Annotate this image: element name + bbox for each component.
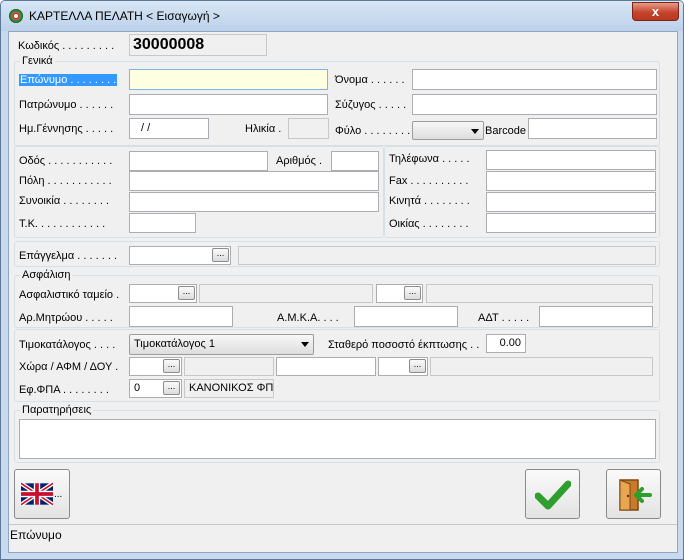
district-label: Συνοικία . . . . . . . .	[19, 195, 110, 207]
city-input[interactable]	[129, 171, 379, 191]
mobile-label: Κινητά . . . . . . . .	[389, 195, 470, 207]
adt-input[interactable]	[539, 306, 653, 327]
phones-input[interactable]	[486, 150, 656, 170]
form-body: Κωδικός . . . . . . . . . 30000008 Γενικ…	[8, 31, 678, 553]
vat-code-input[interactable]: 0 ...	[129, 379, 182, 398]
notes-title: Παρατηρήσεις	[20, 404, 94, 416]
insurance-fund-lookup-button[interactable]: ...	[178, 286, 195, 300]
barcode-label: Barcode	[485, 125, 526, 137]
app-icon	[9, 9, 23, 23]
tax-id-input[interactable]	[276, 357, 376, 376]
insurance-sub-lookup-button[interactable]: ...	[404, 286, 421, 300]
gender-select[interactable]	[412, 121, 484, 140]
insurance-fund-code-input[interactable]: ...	[129, 284, 197, 303]
status-bar: Επώνυμο	[9, 524, 677, 552]
vat-lookup-button[interactable]: ...	[163, 381, 180, 395]
zip-label: Τ.Κ. . . . . . . . . . . .	[19, 218, 106, 230]
adt-label: ΑΔΤ . . . . .	[478, 312, 530, 324]
country-name-field	[184, 357, 274, 376]
name-label: Όνομα . . . . . .	[335, 74, 405, 86]
pricelist-select[interactable]: Τιμοκατάλογος 1	[129, 334, 314, 355]
save-button[interactable]	[525, 469, 580, 519]
patronymic-label: Πατρώνυμο . . . . . .	[19, 99, 114, 111]
exit-button[interactable]	[606, 469, 661, 519]
exit-door-icon	[619, 479, 652, 511]
code-field: 30000008	[129, 34, 267, 56]
language-button[interactable]: ...	[14, 469, 70, 519]
surname-input[interactable]	[129, 69, 328, 90]
status-text: Επώνυμο	[10, 528, 62, 542]
insurance-title: Ασφάλιση	[20, 269, 73, 281]
street-label: Οδός . . . . . . . . . . .	[19, 155, 113, 167]
checkmark-icon	[535, 480, 571, 510]
chevron-down-icon	[301, 342, 309, 347]
tax-office-code-input[interactable]: ...	[378, 357, 428, 376]
profession-label: Επάγγελμα . . . . . . .	[19, 250, 118, 262]
spouse-label: Σύζυγος . . . . .	[335, 99, 407, 111]
chevron-down-icon	[471, 129, 479, 134]
registry-number-label: Αρ.Μητρώου . . . . .	[19, 312, 113, 324]
title-bar: ΚΑΡΤΕΛΛΑ ΠΕΛΑΤΗ < Εισαγωγή > x	[1, 1, 683, 31]
discount-input[interactable]: 0.00	[486, 334, 526, 353]
amka-label: Α.Μ.Κ.Α. . . .	[277, 312, 339, 324]
pricelist-label: Τιμοκατάλογος . . . .	[19, 339, 116, 351]
birthdate-label: Ημ.Γέννησης . . . . .	[19, 123, 114, 135]
street-input[interactable]	[129, 151, 268, 171]
amka-input[interactable]	[354, 306, 458, 327]
profession-lookup-button[interactable]: ...	[212, 248, 229, 262]
profession-code-input[interactable]: ...	[129, 246, 231, 265]
vat-code-value: 0	[134, 382, 141, 394]
vat-label: Εφ.ΦΠΑ . . . . . . . .	[19, 384, 109, 396]
language-button-label: ...	[54, 489, 63, 500]
notes-textarea[interactable]	[19, 419, 656, 459]
fax-label: Fax . . . . . . . . . .	[389, 175, 469, 187]
insurance-sub-code-input[interactable]: ...	[376, 284, 423, 303]
gender-label: Φύλο . . . . . . . .	[335, 125, 411, 137]
profession-name-field	[238, 246, 656, 265]
city-label: Πόλη . . . . . . . . . . .	[19, 175, 112, 187]
code-label: Κωδικός . . . . . . . . .	[18, 40, 115, 52]
insurance-fund-label: Ασφαλιστικό ταμείο .	[19, 289, 120, 301]
tax-office-lookup-button[interactable]: ...	[409, 359, 426, 373]
district-input[interactable]	[129, 192, 379, 212]
country-vat-label: Χώρα / ΑΦΜ / ΔΟΥ .	[19, 361, 119, 373]
discount-label: Σταθερό ποσοστό έκπτωσης . .	[328, 339, 480, 351]
insurance-fund-name-field	[199, 284, 373, 303]
barcode-input[interactable]	[528, 118, 657, 139]
country-code-input[interactable]: ...	[129, 357, 182, 376]
pricelist-selected-value: Τιμοκατάλογος 1	[134, 338, 216, 350]
name-input[interactable]	[412, 69, 657, 90]
tax-office-name-field	[430, 357, 653, 376]
close-button[interactable]: x	[632, 2, 679, 21]
phones-label: Τηλέφωνα . . . . .	[389, 153, 470, 165]
registry-number-input[interactable]	[129, 306, 233, 327]
general-title: Γενικά	[20, 55, 55, 67]
country-lookup-button[interactable]: ...	[163, 359, 180, 373]
number-input[interactable]	[331, 151, 379, 171]
vat-name-field: ΚΑΝΟΝΙΚΟΣ ΦΠΑ	[184, 379, 274, 398]
fax-input[interactable]	[486, 171, 656, 191]
insurance-sub-name-field	[426, 284, 653, 303]
window-title: ΚΑΡΤΕΛΛΑ ΠΕΛΑΤΗ < Εισαγωγή >	[29, 9, 220, 23]
uk-flag-icon	[21, 482, 53, 506]
number-label: Αριθμός .	[276, 155, 323, 167]
spouse-input[interactable]	[412, 94, 657, 115]
home-phone-input[interactable]	[486, 213, 656, 233]
age-field	[288, 118, 329, 139]
home-phone-label: Οικίας . . . . . . . .	[389, 218, 469, 230]
zip-input[interactable]	[129, 213, 196, 233]
customer-card-window: ΚΑΡΤΕΛΛΑ ΠΕΛΑΤΗ < Εισαγωγή > x Κωδικός .…	[0, 0, 684, 560]
patronymic-input[interactable]	[129, 94, 328, 115]
age-label: Ηλικία .	[245, 123, 282, 135]
mobile-input[interactable]	[486, 192, 656, 212]
birthdate-input[interactable]: / /	[129, 118, 209, 139]
surname-label: Επώνυμο . . . . . . . .	[19, 74, 118, 86]
